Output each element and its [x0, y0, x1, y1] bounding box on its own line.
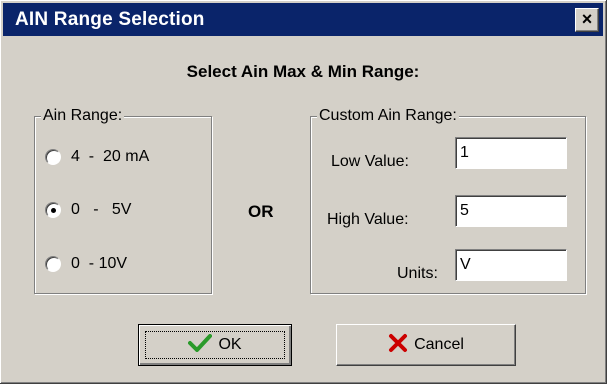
title-bar[interactable]: AIN Range Selection × [3, 3, 603, 36]
ain-range-legend: Ain Range: [41, 107, 125, 125]
ok-button[interactable]: OK [138, 324, 292, 366]
units-label: Units: [397, 265, 438, 282]
radio-button[interactable] [45, 149, 61, 165]
radio-option-0-10v[interactable]: 0 - 10V [45, 252, 127, 276]
cancel-button[interactable]: Cancel [336, 324, 516, 366]
radio-label: 0 - 5V [71, 201, 132, 218]
high-value-label: High Value: [327, 211, 409, 228]
units-field[interactable] [455, 249, 567, 281]
close-button[interactable]: × [575, 8, 599, 32]
radio-label: 0 - 10V [71, 255, 128, 272]
radio-option-4-20ma[interactable]: 4 - 20 mA [45, 145, 149, 169]
cancel-label: Cancel [414, 336, 464, 353]
dialog-heading: Select Ain Max & Min Range: [186, 62, 420, 81]
low-value-field[interactable] [455, 137, 567, 169]
x-icon [388, 333, 408, 358]
radio-button[interactable] [45, 202, 61, 218]
window-title: AIN Range Selection [15, 9, 205, 30]
low-value-label: Low Value: [331, 153, 409, 170]
radio-label: 4 - 20 mA [71, 148, 150, 165]
focus-rectangle [145, 331, 285, 359]
close-icon: × [581, 9, 593, 29]
or-label: OR [248, 202, 274, 221]
custom-range-group: Custom Ain Range: Low Value: High Value:… [310, 107, 586, 294]
radio-option-0-5v[interactable]: 0 - 5V [45, 198, 131, 222]
ain-range-group: Ain Range: 4 - 20 mA 0 - 5V 0 - 10V [34, 107, 212, 294]
radio-button[interactable] [45, 256, 61, 272]
custom-range-legend: Custom Ain Range: [317, 107, 459, 125]
dialog-window: AIN Range Selection × Select Ain Max & M… [0, 0, 607, 384]
high-value-field[interactable] [455, 195, 567, 227]
